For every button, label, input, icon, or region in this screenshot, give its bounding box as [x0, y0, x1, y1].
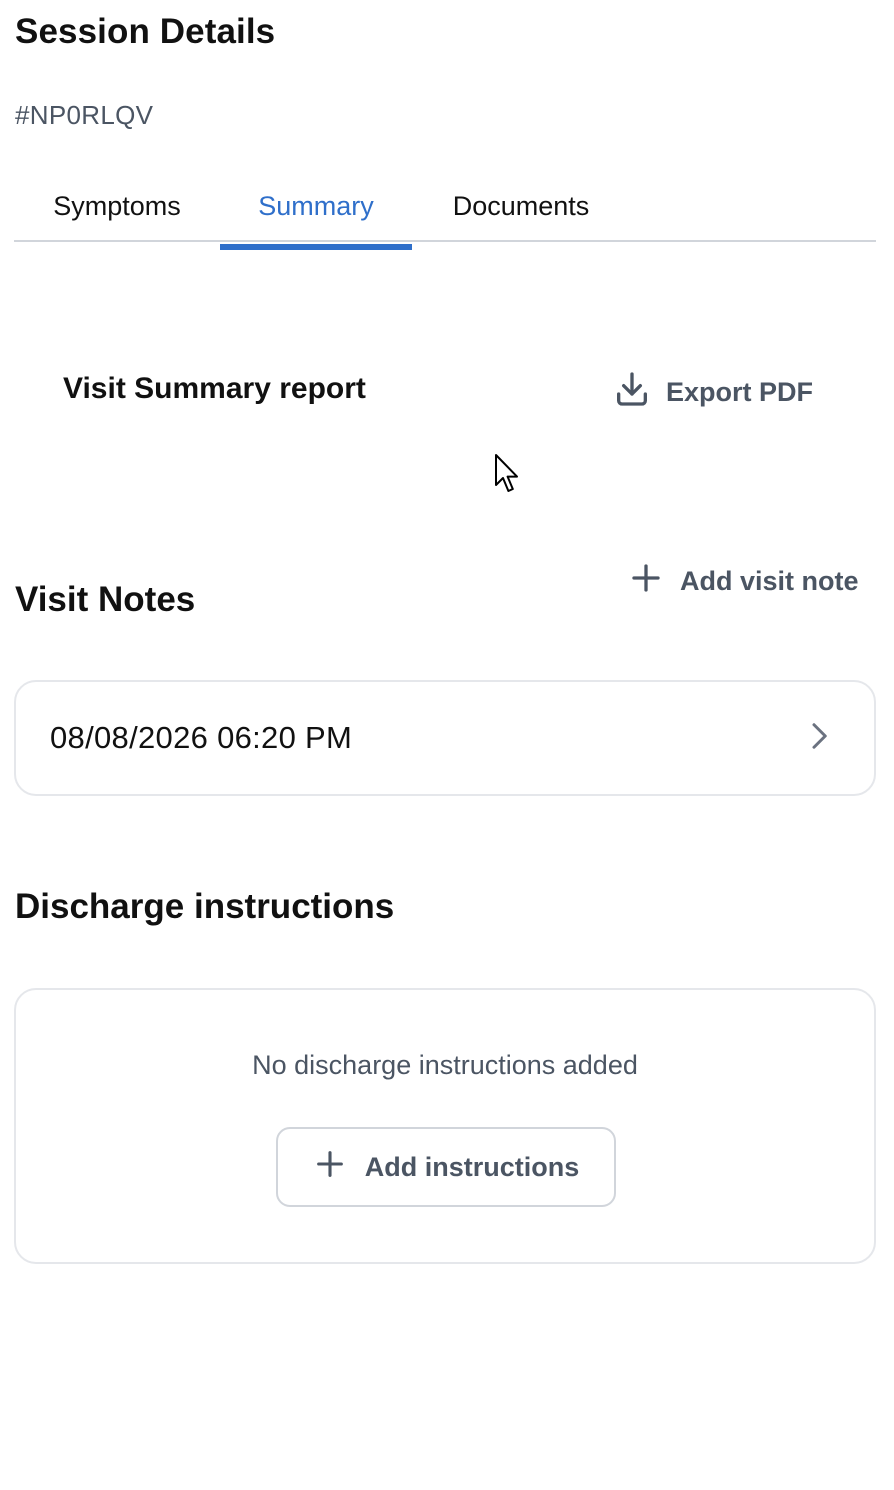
export-pdf-button[interactable]: Export PDF — [612, 370, 813, 414]
visit-note-item[interactable]: 08/08/2026 06:20 PM — [14, 680, 876, 796]
add-instructions-button[interactable]: Add instructions — [276, 1127, 616, 1207]
mouse-cursor — [494, 453, 522, 495]
add-instructions-label: Add instructions — [364, 1151, 580, 1182]
tab-symptoms[interactable]: Symptoms — [32, 170, 202, 242]
visit-notes-title: Visit Notes — [15, 580, 196, 619]
visit-note-datetime: 08/08/2026 06:20 PM — [50, 720, 353, 755]
chevron-right-icon — [804, 721, 834, 756]
discharge-instructions-title: Discharge instructions — [15, 887, 395, 926]
page-title: Session Details — [15, 12, 276, 51]
download-icon — [612, 369, 652, 416]
add-visit-note-button[interactable]: Add visit note — [628, 560, 859, 602]
plus-icon — [628, 560, 664, 603]
discharge-instructions-card: No discharge instructions added Add inst… — [14, 988, 876, 1264]
export-pdf-label: Export PDF — [666, 376, 814, 407]
empty-state-text: No discharge instructions added — [252, 1050, 638, 1080]
tab-bar: Symptoms Summary Documents — [14, 170, 876, 250]
session-id: #NP0RLQV — [15, 100, 154, 130]
add-visit-note-label: Add visit note — [680, 565, 859, 596]
tab-documents[interactable]: Documents — [432, 170, 610, 242]
tab-summary[interactable]: Summary — [220, 170, 412, 250]
plus-icon — [313, 1147, 347, 1188]
visit-summary-report-title: Visit Summary report — [63, 372, 366, 405]
